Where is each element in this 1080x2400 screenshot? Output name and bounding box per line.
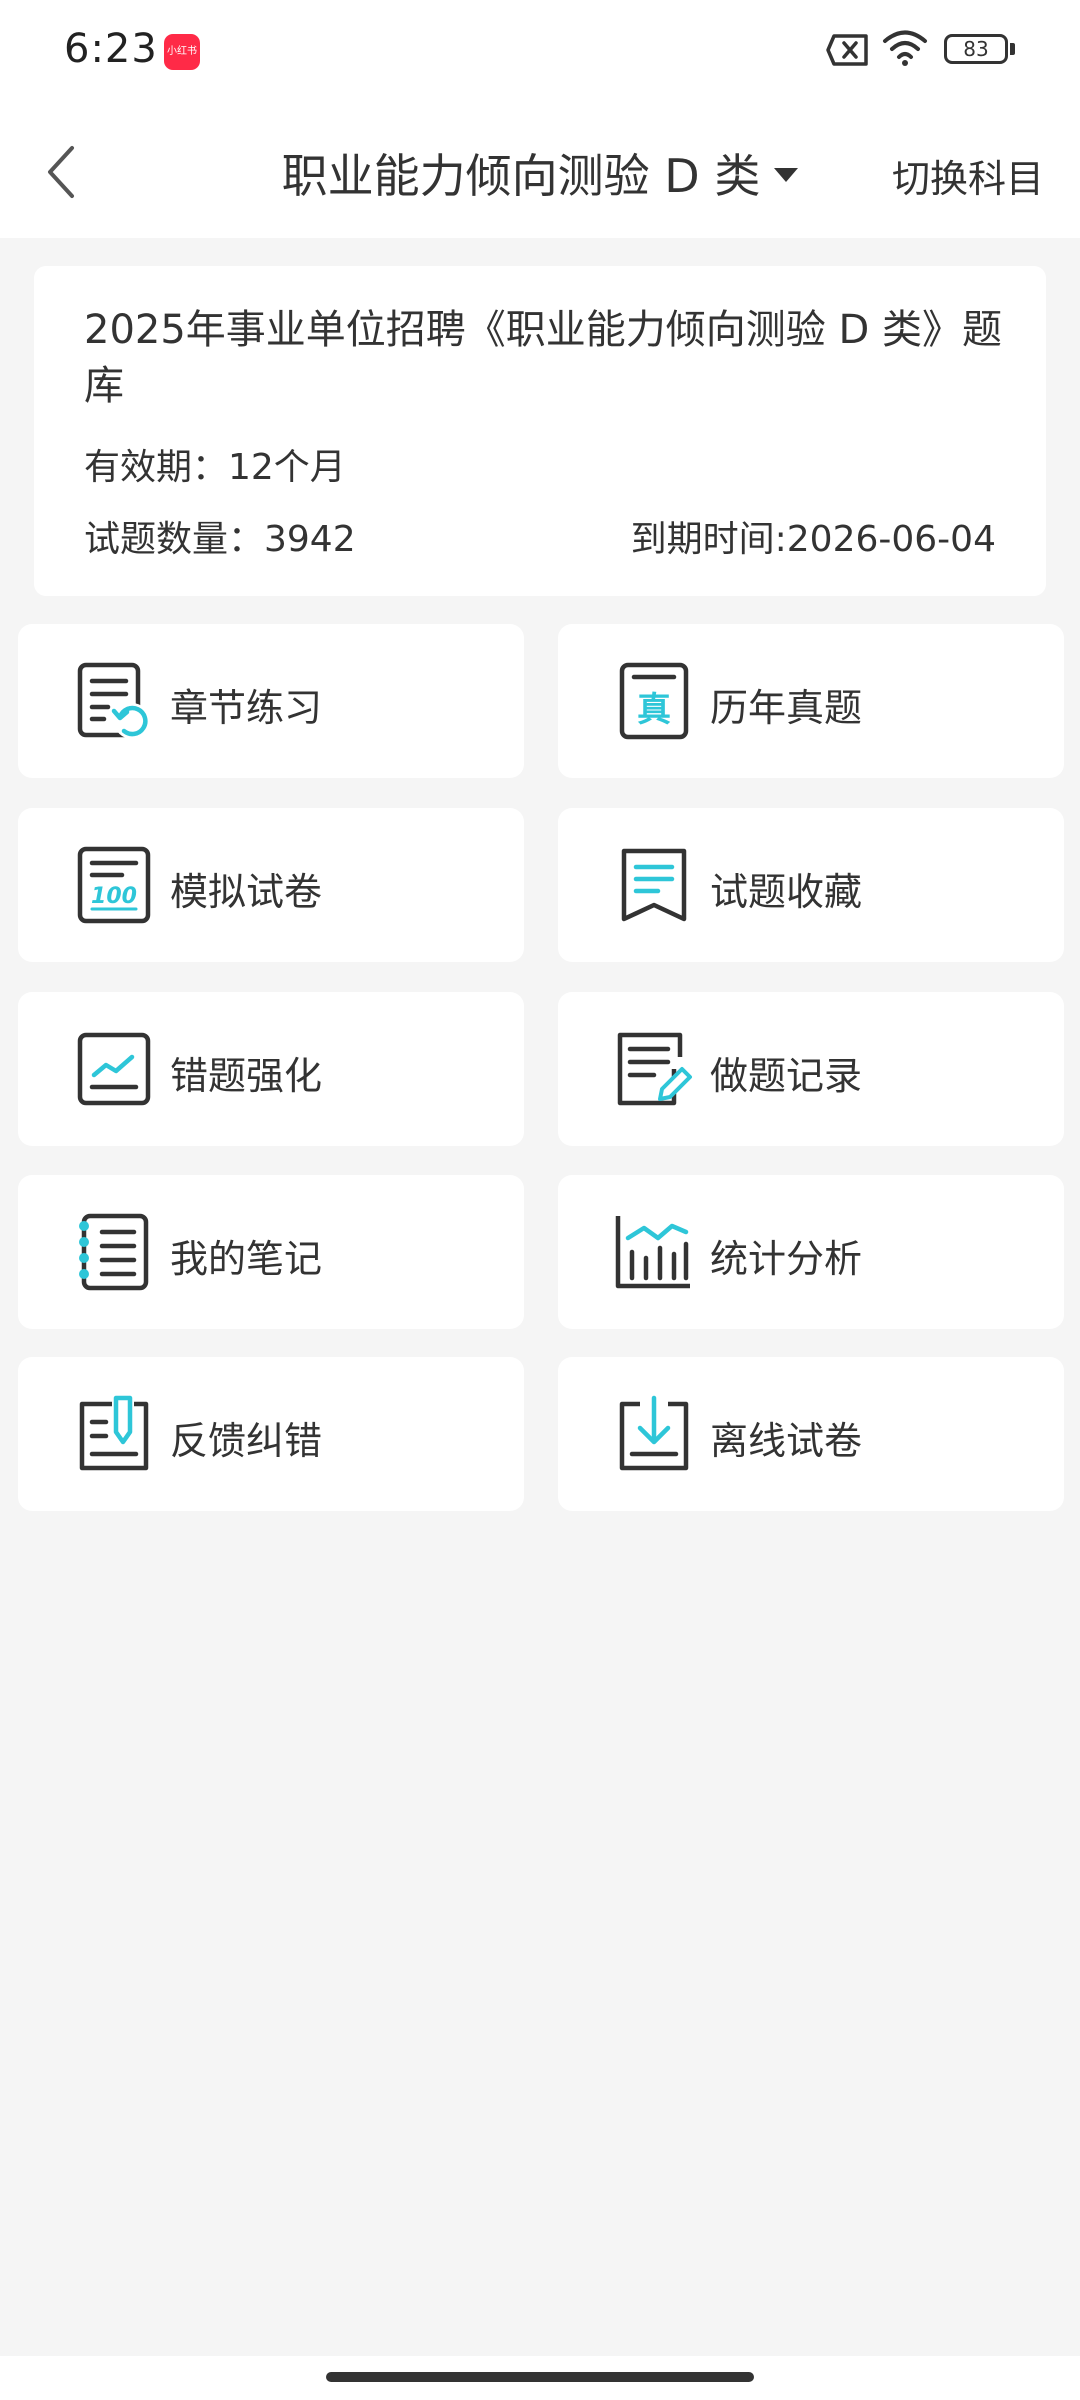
- tile-statistics[interactable]: 统计分析: [558, 1175, 1064, 1329]
- question-bank-title: 2025年事业单位招聘《职业能力倾向测验 D 类》题库: [84, 307, 1003, 409]
- screen: 6:23 小红书 83 职业能力倾向测验 D 类 切换科目 2025年事业单位招…: [0, 0, 1080, 2400]
- svg-text:100: 100: [91, 884, 137, 909]
- chapter-practice-icon: [77, 662, 150, 739]
- mock-paper-icon: 100: [77, 846, 151, 924]
- page-title: 职业能力倾向测验 D 类: [281, 149, 761, 203]
- home-indicator[interactable]: [326, 2372, 754, 2382]
- svg-text:真: 真: [637, 690, 671, 730]
- tile-bookmark[interactable]: 试题收藏: [558, 808, 1064, 962]
- switch-subject-button[interactable]: 切换科目: [892, 148, 1044, 203]
- wifi-icon: [883, 30, 927, 66]
- dropdown-caret-icon: [774, 168, 799, 182]
- tile-label: 历年真题: [710, 686, 863, 730]
- no-sim-icon: [826, 34, 868, 66]
- battery-tip: [1010, 43, 1015, 55]
- header: 职业能力倾向测验 D 类 切换科目: [0, 104, 1080, 238]
- tile-label: 我的笔记: [170, 1237, 323, 1281]
- tile-offline-papers[interactable]: 离线试卷: [558, 1357, 1064, 1511]
- tile-wrong-questions[interactable]: 错题强化: [18, 992, 524, 1146]
- tile-feedback[interactable]: 反馈纠错: [18, 1357, 524, 1511]
- tile-past-exams[interactable]: 真 历年真题: [558, 624, 1064, 778]
- tile-label: 试题收藏: [710, 870, 863, 914]
- status-bar: 6:23 小红书 83: [0, 0, 1080, 104]
- notification-app-label: 小红书: [167, 46, 197, 57]
- feedback-icon: [79, 1395, 149, 1471]
- battery-icon: 83: [944, 34, 1015, 64]
- battery-level: 83: [944, 34, 1008, 64]
- status-time: 6:23: [64, 26, 158, 72]
- record-icon: [617, 1032, 692, 1106]
- tile-record[interactable]: 做题记录: [558, 992, 1064, 1146]
- tile-label: 统计分析: [710, 1237, 863, 1281]
- wrong-questions-icon: [77, 1032, 151, 1106]
- notes-icon: [79, 1213, 149, 1291]
- tile-label: 反馈纠错: [170, 1419, 323, 1463]
- tile-label: 模拟试卷: [170, 870, 323, 914]
- tile-notes[interactable]: 我的笔记: [18, 1175, 524, 1329]
- tile-mock-paper[interactable]: 100 模拟试卷: [18, 808, 524, 962]
- subject-selector[interactable]: 职业能力倾向测验 D 类: [282, 140, 799, 206]
- download-icon: [619, 1395, 689, 1471]
- tile-label: 错题强化: [170, 1054, 323, 1098]
- bookmark-icon: [621, 848, 687, 922]
- question-count: 试题数量：3942: [84, 519, 356, 560]
- expiry-date: 到期时间:2026-06-04: [630, 519, 996, 560]
- tile-chapter-practice[interactable]: 章节练习: [18, 624, 524, 778]
- tile-label: 离线试卷: [710, 1419, 863, 1463]
- tile-label: 做题记录: [710, 1054, 863, 1098]
- statistics-icon: [615, 1216, 690, 1289]
- validity-period: 有效期：12个月: [84, 447, 346, 488]
- notification-app-icon: 小红书: [164, 34, 200, 70]
- past-exams-icon: 真: [619, 662, 689, 740]
- question-bank-info-card: 2025年事业单位招聘《职业能力倾向测验 D 类》题库 有效期：12个月 试题数…: [34, 266, 1046, 596]
- tile-label: 章节练习: [170, 686, 323, 730]
